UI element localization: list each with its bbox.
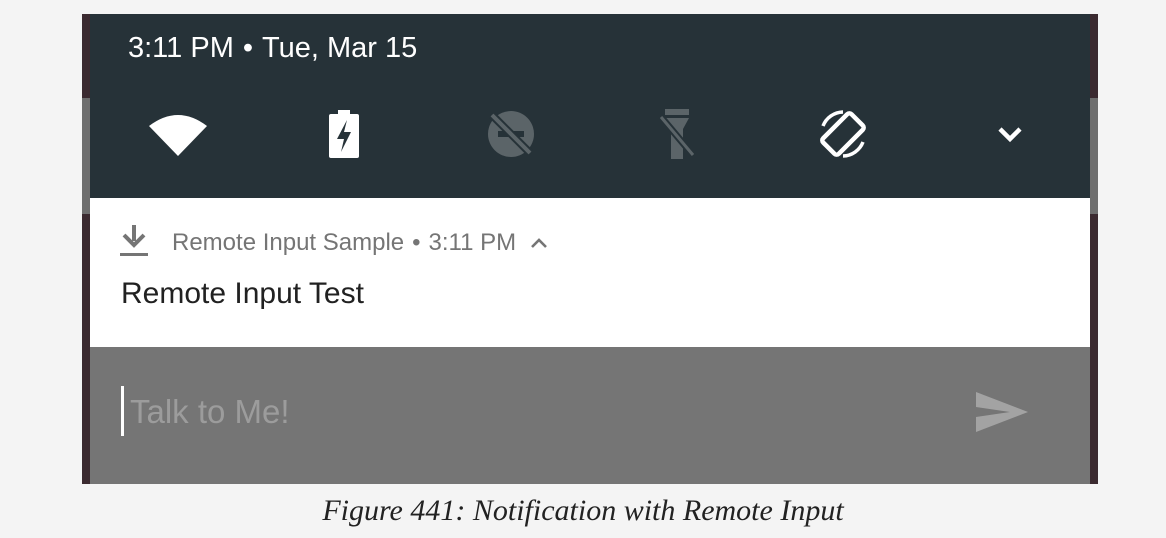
wifi-icon	[149, 115, 207, 156]
battery-tile[interactable]	[314, 110, 374, 158]
status-date[interactable]: Tue, Mar 15	[262, 32, 417, 64]
flashlight-off-icon	[658, 109, 696, 159]
notification-card[interactable]	[90, 198, 1090, 347]
background-edge-right	[1090, 98, 1098, 214]
notification-title: Remote Input Test	[121, 277, 364, 310]
remote-input-field[interactable]	[130, 390, 930, 434]
text-cursor	[121, 386, 124, 436]
battery-charging-icon	[329, 110, 359, 158]
notification-header: Remote Input Sample • 3:11 PM	[120, 225, 548, 261]
status-separator: •	[242, 32, 254, 64]
send-icon	[976, 392, 1028, 432]
notification-app-name: Remote Input Sample	[172, 229, 405, 256]
do-not-disturb-off-icon	[488, 111, 534, 157]
auto-rotate-tile[interactable]	[813, 110, 873, 158]
do-not-disturb-tile[interactable]	[481, 111, 541, 157]
notification-header-separator: •	[412, 229, 421, 256]
chevron-down-icon	[998, 127, 1022, 143]
expand-quick-settings-button[interactable]	[980, 112, 1040, 156]
status-time: 3:11 PM	[128, 32, 234, 64]
send-button[interactable]	[976, 390, 1028, 434]
quick-settings-panel: 3:11 PM • Tue, Mar 15	[90, 14, 1090, 198]
wifi-tile[interactable]	[148, 112, 208, 156]
flashlight-tile[interactable]	[647, 109, 707, 159]
notification-time: 3:11 PM	[428, 229, 517, 256]
background-edge-left	[82, 98, 90, 214]
notification-shade-screenshot: 3:11 PM • Tue, Mar 15 Remote Input Sampl…	[82, 14, 1098, 484]
chevron-up-icon[interactable]	[530, 237, 548, 249]
status-header: 3:11 PM • Tue, Mar 15	[128, 28, 417, 68]
auto-rotate-icon	[820, 110, 866, 158]
download-icon	[120, 225, 148, 261]
figure-caption: Figure 441: Notification with Remote Inp…	[322, 494, 844, 527]
